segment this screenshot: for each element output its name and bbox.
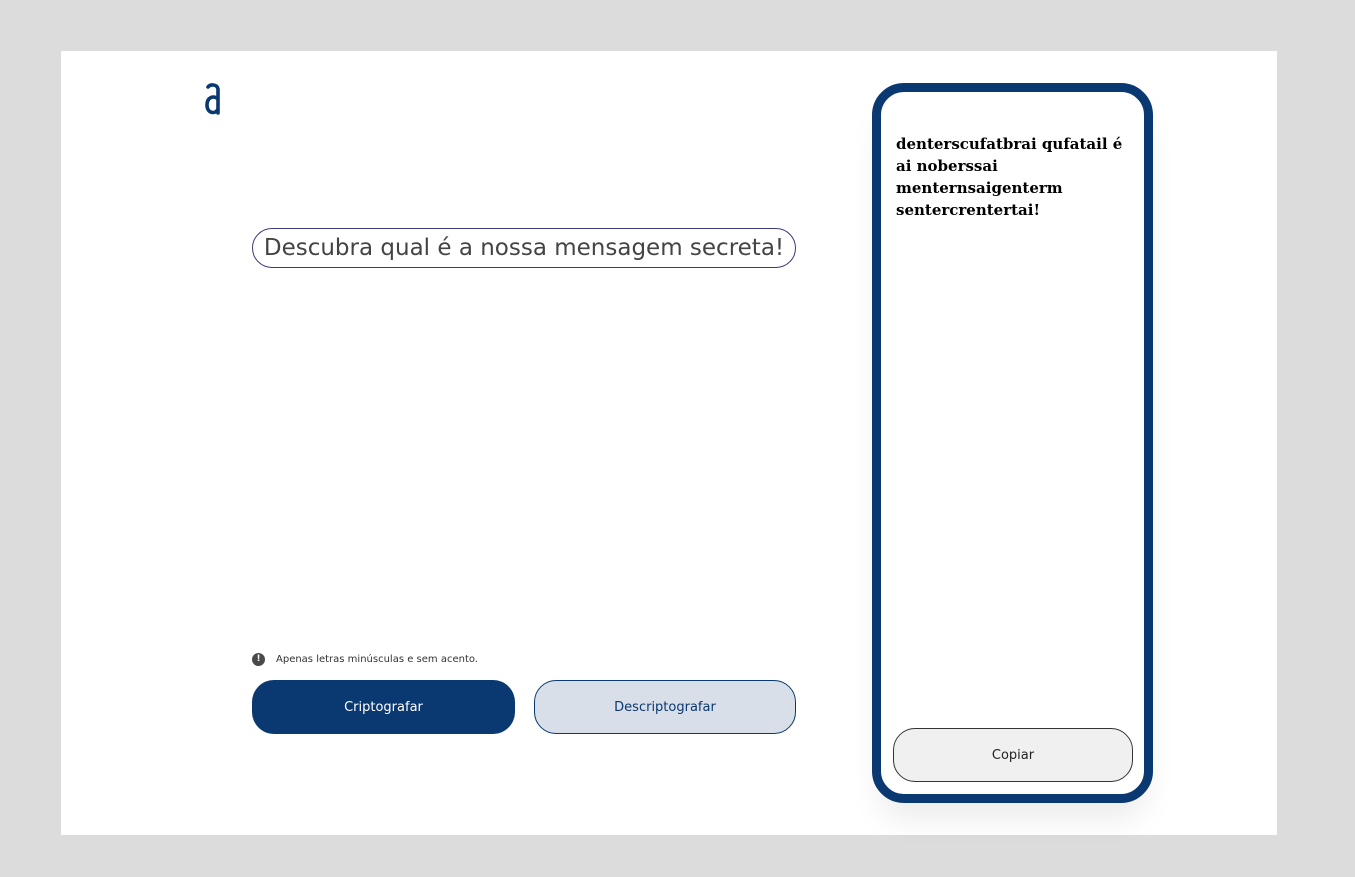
hint: ! Apenas letras minúsculas e sem acento.	[252, 652, 478, 666]
message-input[interactable]	[252, 228, 796, 268]
copy-button[interactable]: Copiar	[893, 728, 1133, 782]
app-page: ! Apenas letras minúsculas e sem acento.…	[61, 51, 1277, 835]
output-text: denterscufatbrai qufatail é ai noberssai…	[896, 135, 1123, 219]
hint-text: Apenas letras minúsculas e sem acento.	[276, 653, 478, 665]
alura-logo-icon	[204, 83, 222, 117]
output-panel: denterscufatbrai qufatail é ai noberssai…	[872, 83, 1153, 803]
decrypt-button[interactable]: Descriptografar	[534, 680, 796, 734]
info-icon: !	[252, 652, 265, 666]
encrypt-button[interactable]: Criptografar	[252, 680, 515, 734]
